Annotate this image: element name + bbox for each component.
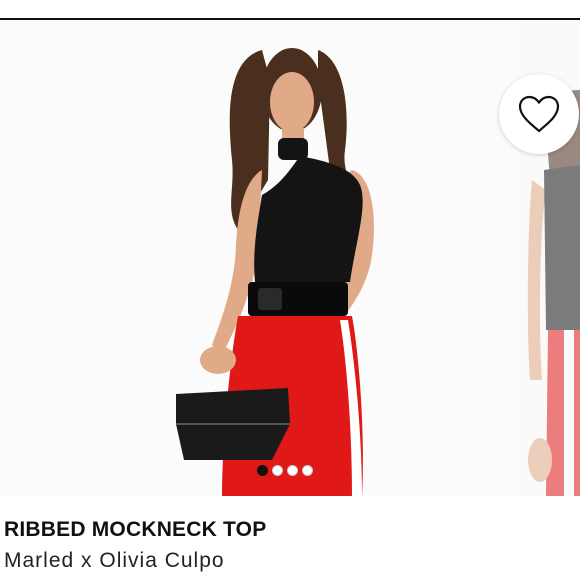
product-photo-main[interactable] xyxy=(0,20,520,496)
carousel-dot-3[interactable] xyxy=(287,465,298,476)
carousel-dot-4[interactable] xyxy=(302,465,313,476)
favorite-button[interactable] xyxy=(499,74,579,154)
carousel-dot-1[interactable] xyxy=(257,465,268,476)
product-brand[interactable]: Marled x Olivia Culpo xyxy=(4,549,225,573)
heart-outline-icon xyxy=(518,95,560,133)
product-image-carousel[interactable] xyxy=(0,20,580,496)
product-title[interactable]: RIBBED MOCKNECK TOP xyxy=(4,518,266,542)
carousel-pagination xyxy=(257,465,313,476)
carousel-dot-2[interactable] xyxy=(272,465,283,476)
